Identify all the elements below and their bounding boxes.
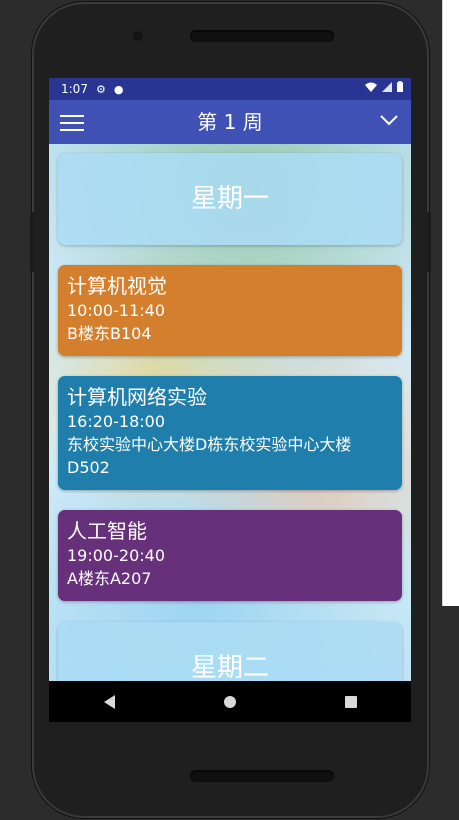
schedule-list[interactable]: 星期一 计算机视觉 10:00-11:40 B楼东B104 计算机网络实验 16… (49, 144, 411, 681)
top-speaker (190, 30, 334, 42)
course-time: 19:00-20:40 (67, 546, 165, 565)
volume-button (30, 212, 34, 272)
side-panel (442, 0, 459, 606)
course-name: 计算机视觉 (67, 274, 167, 298)
back-icon[interactable] (103, 694, 115, 709)
status-bar: 1:07 ⚙ ● (49, 78, 411, 100)
chevron-down-icon[interactable] (380, 114, 398, 126)
navigation-bar (49, 681, 411, 722)
course-card[interactable]: 人工智能 19:00-20:40 A楼东A207 (58, 510, 402, 601)
course-room: B楼东B104 (67, 324, 152, 343)
signal-icon (382, 81, 392, 92)
front-camera (133, 31, 143, 41)
home-icon[interactable] (223, 695, 236, 708)
course-room: A楼东A207 (67, 569, 152, 588)
app-bar: 第 1 周 (49, 100, 411, 144)
recents-icon[interactable] (344, 695, 357, 708)
course-name: 人工智能 (67, 519, 147, 543)
day-header-tuesday: 星期二 (58, 622, 402, 681)
dot-icon: ● (113, 82, 124, 96)
course-time: 10:00-11:40 (67, 301, 165, 320)
week-title[interactable]: 第 1 周 (49, 100, 411, 144)
status-time: 1:07 (61, 82, 88, 96)
course-card[interactable]: 计算机视觉 10:00-11:40 B楼东B104 (58, 265, 402, 356)
wifi-icon (365, 82, 377, 92)
bottom-speaker (190, 770, 334, 782)
course-card[interactable]: 计算机网络实验 16:20-18:00 东校实验中心大楼D栋东校实验中心大楼D5… (58, 376, 402, 490)
course-name: 计算机网络实验 (67, 385, 207, 409)
course-time: 16:20-18:00 (67, 412, 165, 431)
course-room: 东校实验中心大楼D栋东校实验中心大楼D502 (67, 435, 352, 477)
settings-icon: ⚙ (95, 82, 106, 96)
phone-screen: 1:07 ⚙ ● 第 1 周 星期一 计算机视觉 10:00-11:40 B楼东… (49, 78, 411, 722)
power-button (427, 212, 431, 272)
battery-icon (397, 81, 403, 92)
day-header-monday: 星期一 (58, 153, 402, 245)
